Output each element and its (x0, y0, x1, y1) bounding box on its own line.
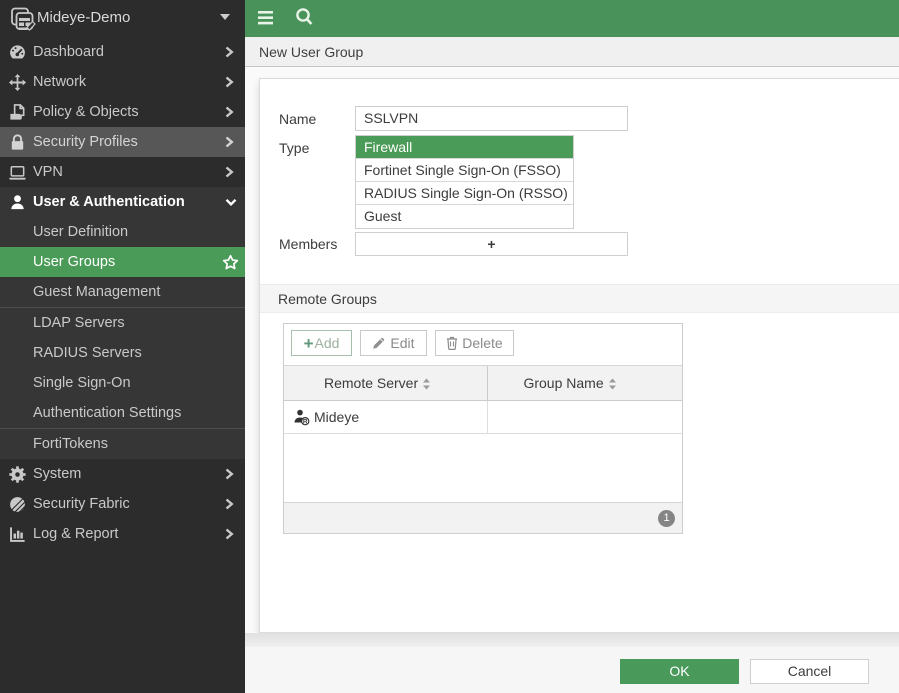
svg-text:R: R (303, 419, 308, 426)
